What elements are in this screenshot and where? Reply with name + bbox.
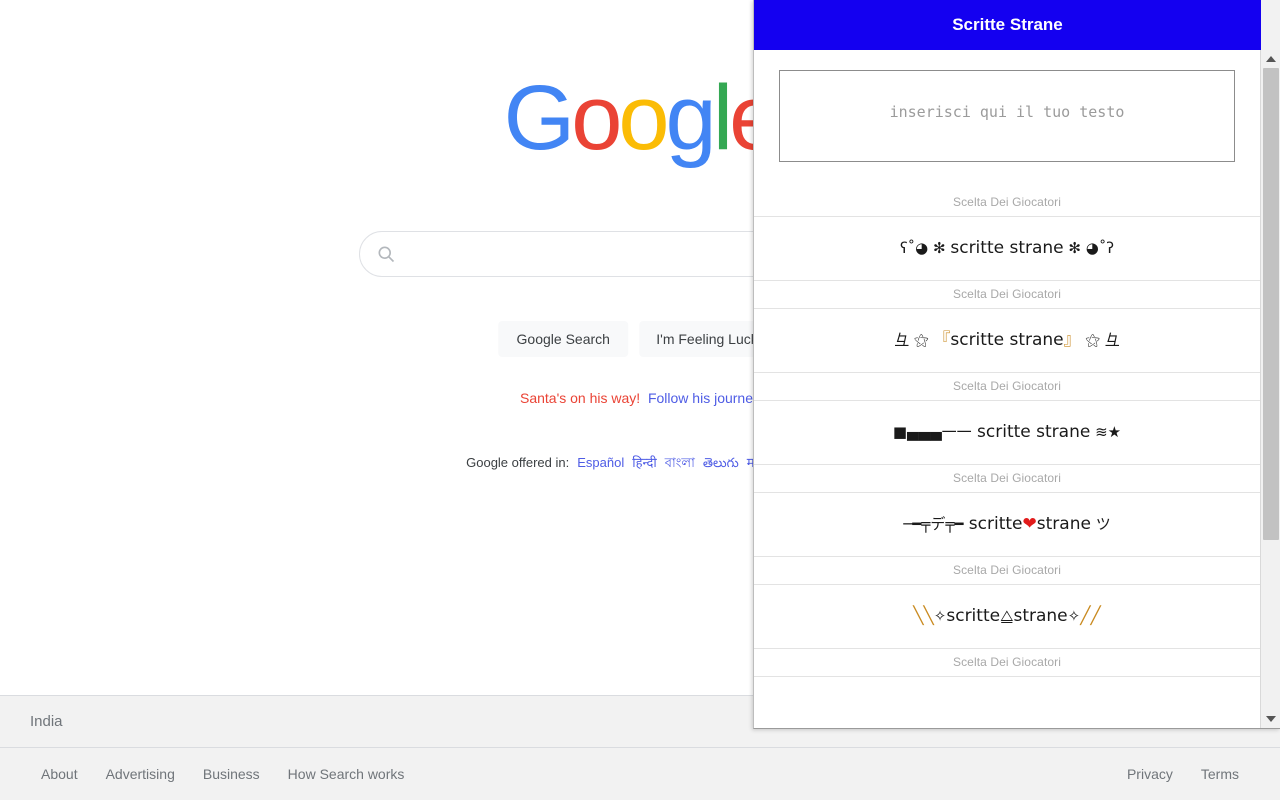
google-logo-letter-0: G xyxy=(503,67,576,169)
text-input-section xyxy=(754,50,1260,189)
phrase-part: ⧋ xyxy=(1000,607,1014,625)
footer-link-left-1[interactable]: Advertising xyxy=(92,766,189,782)
footer-link-left-3[interactable]: How Search works xyxy=(274,766,419,782)
phrase-part: 彑 xyxy=(1100,331,1120,349)
phrase-part: scritte strane xyxy=(971,422,1091,442)
footer-link-right-1[interactable]: Terms xyxy=(1187,766,1253,782)
footer-left-links: About Advertising Business How Search works xyxy=(27,766,418,782)
user-text-input[interactable] xyxy=(779,70,1235,162)
footer-link-right-0[interactable]: Privacy xyxy=(1113,766,1187,782)
language-offer-prefix: Google offered in: xyxy=(466,455,570,470)
phrase-part: ■▄▄▄一一 xyxy=(892,423,972,441)
phrase-part: ─━╤デ╤━ xyxy=(903,515,964,533)
ad-label-2: Scelta Dei Giocatori xyxy=(754,373,1260,400)
phrase-part: ʕ˚◕ xyxy=(900,239,934,257)
google-logo-letter-2: o xyxy=(618,67,669,169)
phrase-part: 彑 xyxy=(894,331,914,349)
google-logo-letter-4: l xyxy=(712,67,734,169)
triangle-down-icon xyxy=(1266,716,1276,722)
phrase-part: ✧ xyxy=(933,607,947,625)
google-search-button[interactable]: Google Search xyxy=(498,321,629,357)
phrase-part: 『 xyxy=(933,330,951,350)
phrase-part: scritte strane xyxy=(950,330,1064,350)
ad-label-5: Scelta Dei Giocatori xyxy=(754,649,1260,676)
phrase-part: ツ xyxy=(1090,515,1111,533)
phrase-text: ʕ˚◕ ✻ scritte strane ✻ ◕˚ʔ xyxy=(900,240,1114,257)
phrase-part: ⚝ xyxy=(1080,331,1100,349)
panel-title: Scritte Strane xyxy=(952,15,1063,34)
phrase-part: ◕˚ʔ xyxy=(1080,239,1114,257)
phrase-part: 』 xyxy=(1063,330,1081,350)
phrase-part: ❤ xyxy=(1022,514,1037,534)
phrase-row[interactable]: ■▄▄▄一一 scritte strane ≋★ xyxy=(754,400,1260,465)
phrase-part: ╲╲ xyxy=(913,606,934,626)
language-link-3[interactable]: తెలుగు xyxy=(703,455,739,470)
search-icon xyxy=(378,246,395,263)
phrase-row[interactable]: ╲╲✧scritte⧋strane✧╱╱ xyxy=(754,584,1260,649)
language-link-2[interactable]: বাংলা xyxy=(665,455,695,470)
phrase-text: ■▄▄▄一一 scritte strane ≋★ xyxy=(893,424,1121,441)
google-logo-letter-1: o xyxy=(571,67,622,169)
triangle-up-icon xyxy=(1266,56,1276,62)
santa-promo-highlight: Santa's on his way! xyxy=(519,390,641,406)
footer-link-left-2[interactable]: Business xyxy=(189,766,274,782)
phrase-row[interactable]: ─━╤デ╤━ scritte❤strane ツ xyxy=(754,492,1260,557)
google-logo-letter-3: g xyxy=(665,67,717,169)
phrase-part: ✧ xyxy=(1067,607,1081,625)
phrase-row[interactable]: 彑 ⚝ 『scritte strane』 ⚝ 彑 xyxy=(754,308,1260,373)
panel-title-bar: Scritte Strane xyxy=(754,0,1261,50)
footer-links-row: About Advertising Business How Search works… xyxy=(0,748,1280,800)
phrase-list: Scelta Dei Giocatori ʕ˚◕ ✻ scritte strane… xyxy=(754,189,1260,728)
phrase-part: scritte strane xyxy=(950,238,1064,258)
ad-label-0: Scelta Dei Giocatori xyxy=(754,189,1260,216)
scritte-strane-panel: Scritte Strane Scelta Dei Giocatori ʕ˚◕ ✻… xyxy=(753,0,1280,729)
panel-scrollbar[interactable] xyxy=(1260,50,1280,728)
footer-link-left-0[interactable]: About xyxy=(27,766,92,782)
phrase-row[interactable] xyxy=(754,676,1260,728)
phrase-part: ⚝ xyxy=(914,331,934,349)
scroll-down-button[interactable] xyxy=(1261,710,1280,728)
phrase-text: 彑 ⚝ 『scritte strane』 ⚝ 彑 xyxy=(894,332,1120,349)
scrollbar-thumb[interactable] xyxy=(1263,68,1279,540)
phrase-part: ≋★ xyxy=(1090,423,1122,441)
phrase-text: ─━╤デ╤━ scritte❤strane ツ xyxy=(903,516,1110,533)
phrase-part: ╱╱ xyxy=(1080,606,1101,626)
language-link-1[interactable]: हिन्दी xyxy=(632,455,657,470)
language-link-0[interactable]: Español xyxy=(577,455,624,470)
ad-label-4: Scelta Dei Giocatori xyxy=(754,557,1260,584)
phrase-part: ✻ xyxy=(933,239,951,257)
santa-promo-link[interactable]: Follow his journey xyxy=(648,390,760,406)
footer-right-links: Privacy Terms xyxy=(1113,766,1253,782)
ad-label-3: Scelta Dei Giocatori xyxy=(754,465,1260,492)
scroll-up-button[interactable] xyxy=(1261,50,1280,68)
search-buttons-row: Google Search I'm Feeling Lucky xyxy=(498,321,782,357)
santa-promo-line: Santa's on his way! Follow his journey xyxy=(520,390,760,406)
panel-scroll-content: Scelta Dei Giocatori ʕ˚◕ ✻ scritte strane… xyxy=(754,50,1260,728)
phrase-part: scritte xyxy=(963,514,1023,534)
panel-body: Scelta Dei Giocatori ʕ˚◕ ✻ scritte strane… xyxy=(754,50,1280,728)
phrase-row[interactable]: ʕ˚◕ ✻ scritte strane ✻ ◕˚ʔ xyxy=(754,216,1260,281)
phrase-part: strane xyxy=(1036,514,1091,534)
phrase-part: ✻ xyxy=(1063,239,1081,257)
phrase-part: strane xyxy=(1013,606,1068,626)
phrase-text: ╲╲✧scritte⧋strane✧╱╱ xyxy=(913,608,1100,625)
phrase-part: scritte xyxy=(946,606,1001,626)
ad-label-1: Scelta Dei Giocatori xyxy=(754,281,1260,308)
